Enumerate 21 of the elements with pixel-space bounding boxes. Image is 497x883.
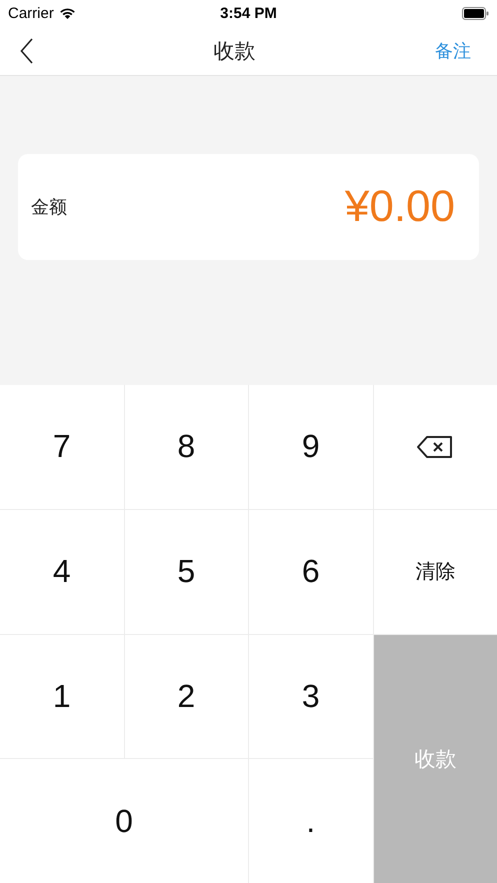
page-title: 收款 <box>214 38 256 64</box>
backspace-icon <box>416 434 454 459</box>
digit-key[interactable]: 2 <box>124 634 248 758</box>
digit-key[interactable]: 8 <box>124 385 248 509</box>
wifi-icon <box>58 7 76 19</box>
carrier-label: Carrier <box>8 4 54 22</box>
digit-key[interactable]: 7 <box>0 385 124 509</box>
digit-key[interactable]: 4 <box>0 510 124 634</box>
digit-key[interactable]: 1 <box>0 634 124 758</box>
amount-value: ¥0.00 <box>344 182 455 232</box>
digit-key[interactable]: 9 <box>249 385 372 509</box>
digit-key[interactable]: . <box>249 759 372 883</box>
battery-icon <box>462 6 489 20</box>
clear-key[interactable]: 清除 <box>374 510 497 634</box>
status-time: 3:54 PM <box>220 4 277 22</box>
digit-key[interactable]: 5 <box>124 510 248 634</box>
digit-key[interactable]: 0 <box>0 759 248 883</box>
back-icon <box>20 38 34 64</box>
digit-key[interactable]: 6 <box>249 510 372 634</box>
amount-label: 金额 <box>31 196 67 219</box>
digit-key[interactable]: 3 <box>249 634 372 758</box>
